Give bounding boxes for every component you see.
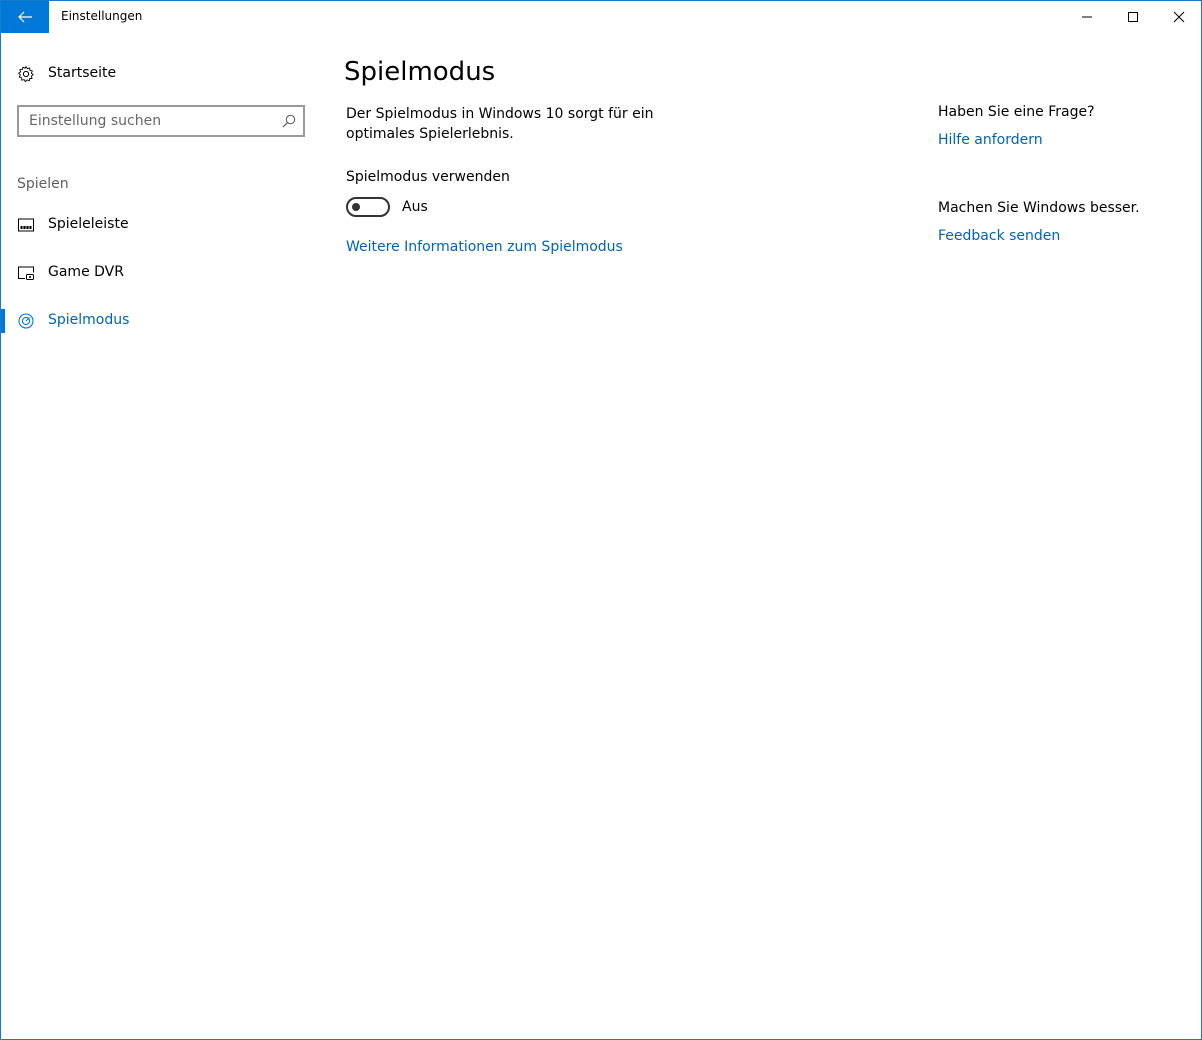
minimize-button[interactable]: [1064, 1, 1110, 33]
search-box[interactable]: [17, 105, 305, 137]
sidebar-item-game-mode[interactable]: Spielmodus: [1, 301, 321, 341]
game-mode-toggle[interactable]: [346, 197, 390, 217]
section-label-games: Spielen: [17, 176, 69, 192]
toggle-knob: [352, 203, 360, 211]
app-title: Einstellungen: [61, 9, 143, 23]
selection-indicator: [1, 309, 5, 333]
search-icon[interactable]: [281, 113, 297, 129]
home-label: Startseite: [48, 65, 117, 81]
sidebar-item-label: Spieleleiste: [48, 216, 129, 232]
settings-window: Einstellungen Startseite Einstellung suc…: [0, 0, 1202, 1040]
toggle-state-text: Aus: [402, 199, 428, 215]
get-help-link[interactable]: Hilfe anfordern: [938, 132, 1043, 148]
game-bar-icon: [17, 216, 35, 234]
sidebar-item-game-dvr[interactable]: Game DVR: [1, 253, 321, 293]
sidebar: Startseite Spielen Spieleleiste: [1, 33, 321, 1039]
sidebar-item-home[interactable]: Startseite: [1, 57, 321, 89]
game-mode-icon: [17, 312, 35, 330]
sidebar-item-game-bar[interactable]: Spieleleiste: [1, 205, 321, 245]
close-icon: [1173, 11, 1185, 23]
gear-icon: [17, 65, 35, 83]
back-arrow-icon: [18, 11, 32, 23]
maximize-button[interactable]: [1110, 1, 1156, 33]
question-heading: Haben Sie eine Frage?: [938, 104, 1095, 120]
page-title: Spielmodus: [344, 57, 496, 87]
search-input[interactable]: [19, 107, 269, 135]
game-dvr-icon: [17, 264, 35, 282]
page-description: Der Spielmodus in Windows 10 sorgt für e…: [346, 106, 654, 142]
more-info-link[interactable]: Weitere Informationen zum Spielmodus: [346, 239, 623, 255]
close-button[interactable]: [1156, 1, 1202, 33]
back-button[interactable]: [1, 1, 49, 33]
sidebar-item-label: Game DVR: [48, 264, 124, 280]
maximize-icon: [1128, 12, 1138, 22]
minimize-icon: [1082, 16, 1092, 18]
game-mode-toggle-label: Spielmodus verwenden: [346, 169, 510, 185]
send-feedback-link[interactable]: Feedback senden: [938, 228, 1060, 244]
title-bar: Einstellungen: [1, 1, 1201, 33]
feedback-heading: Machen Sie Windows besser.: [938, 200, 1140, 216]
sidebar-item-label: Spielmodus: [48, 312, 130, 328]
